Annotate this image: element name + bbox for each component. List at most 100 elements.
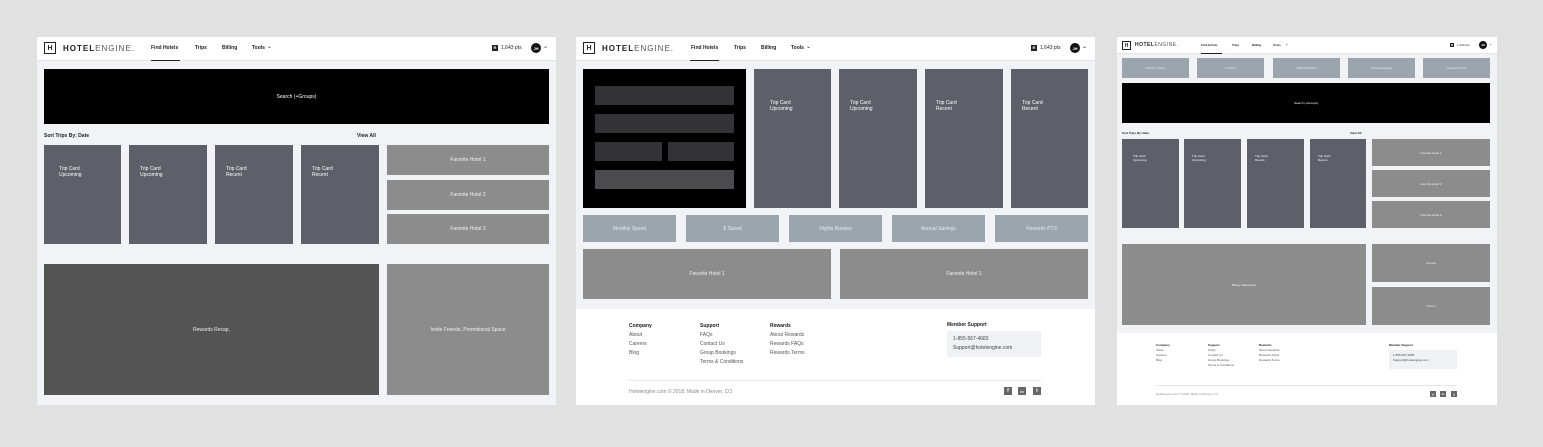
search-button[interactable] (595, 170, 734, 189)
search-field[interactable] (595, 86, 734, 105)
nav-billing[interactable]: Billing (761, 45, 776, 51)
trip-card-recent-1[interactable]: Trip Card Recent (1247, 139, 1304, 228)
footer-divider (629, 380, 1041, 381)
date-field[interactable] (668, 142, 734, 161)
sort-trips-label[interactable]: Sort Trips By: Date (1122, 131, 1149, 135)
footer-link[interactable]: Contact Us (700, 340, 743, 349)
footer-link[interactable]: About (629, 331, 652, 340)
stat-rewards-pts: Rewards PTS (995, 215, 1088, 242)
favorite-hotel-1[interactable]: Favorite Hotel 1 (1372, 139, 1490, 166)
view-all-link[interactable]: View All (1350, 131, 1361, 135)
favorite-hotel-2[interactable]: Favorite Hotel 2 (1372, 170, 1490, 197)
nav-find-hotels[interactable]: Find Hotels (1201, 43, 1217, 47)
trip-card-upcoming-1[interactable]: Trip Card Upcoming (44, 145, 121, 244)
footer-link[interactable]: Blog (629, 349, 652, 358)
stat-nights-booked: Nights Booked (1273, 58, 1340, 78)
footer-link[interactable]: Careers (629, 340, 652, 349)
chevron-down-icon[interactable]: ⌄ (267, 43, 272, 50)
trip-card-upcoming-1[interactable]: Trip Card Upcoming (754, 69, 831, 208)
trip-card-recent-2[interactable]: Trip Card Recent (301, 145, 379, 244)
nav-tools[interactable]: Tools (1273, 43, 1281, 47)
mockup-frame-2: H HOTELENGINE. Find Hotels Trips Billing… (576, 37, 1095, 405)
search-form-panel (583, 69, 746, 208)
nav-trips[interactable]: Trips (734, 45, 746, 51)
trip-card-upcoming-1[interactable]: Trip Card Upcoming (1122, 139, 1179, 228)
groups-panel[interactable]: Groups (1372, 244, 1490, 282)
footer-rewards: Rewards About Rewards Rewards FAQs Rewar… (1259, 343, 1280, 363)
favorite-hotel-1[interactable]: Favorite Hotel 1 (387, 145, 549, 175)
trip-card-upcoming-2[interactable]: Trip Card Upcoming (1184, 139, 1241, 228)
facebook-icon[interactable]: f (1004, 387, 1012, 395)
top-nav: H HOTELENGINE. Find Hotels Trips Billing… (37, 37, 556, 61)
footer-link[interactable]: Group Bookings (700, 349, 743, 358)
chevron-down-icon[interactable]: ⌄ (543, 43, 548, 50)
rewards-icon: R (1450, 43, 1454, 47)
search-groups[interactable]: Search (+Groups) (1122, 83, 1490, 123)
stat-annual-savings: Annual Savings (1348, 58, 1415, 78)
search-groups[interactable]: Search (+Groups) (44, 69, 549, 124)
chevron-down-icon[interactable]: ⌄ (1082, 43, 1087, 50)
stat-annual-savings: Annual Savings (892, 215, 985, 242)
nav-find-hotels[interactable]: Find Hotels (691, 45, 718, 51)
favorite-hotel-1b[interactable]: Favorite Hotel 1 (840, 249, 1088, 299)
support-phone[interactable]: 1-855-567-4683 (953, 335, 1041, 344)
twitter-icon[interactable]: t (1033, 387, 1041, 395)
invite-friends-promo[interactable]: Invite Friends, Promotional Space (387, 264, 549, 395)
billing-statements[interactable]: Billing Statements (1122, 244, 1366, 325)
footer-company: Company About Careers Blog (1156, 343, 1170, 363)
nav-tools[interactable]: Tools (252, 45, 265, 51)
date-field[interactable] (595, 142, 662, 161)
favorite-hotel-3[interactable]: Favorite Hotel 3 (1372, 201, 1490, 228)
sort-trips-label[interactable]: Sort Trips By: Date (44, 133, 89, 139)
points-badge[interactable]: R 1,643 pts (492, 45, 522, 51)
avatar[interactable]: JH (531, 43, 541, 53)
favorite-hotel-1[interactable]: Favorite Hotel 1 (583, 249, 831, 299)
rewards-icon: R (492, 45, 498, 51)
logo-text: HOTELENGINE. (1135, 42, 1179, 48)
footer-link[interactable]: Terms & Conditions (700, 358, 743, 367)
avatar[interactable]: JH (1070, 43, 1080, 53)
footer-link[interactable]: Rewards Terms (770, 349, 805, 358)
footer-link[interactable]: Terms & Conditions (1208, 363, 1234, 368)
footer-link[interactable]: Blog (1156, 358, 1170, 363)
trip-card-recent-1[interactable]: Trip Card Recent (215, 145, 293, 244)
search-field[interactable] (595, 114, 734, 133)
footer-link[interactable]: Rewards FAQs (770, 340, 805, 349)
nav-tools[interactable]: Tools (791, 45, 804, 51)
support-email[interactable]: Support@hotelengine.com (1393, 358, 1457, 363)
footer-link[interactable]: FAQs (700, 331, 743, 340)
stat-monthly-spend: Monthly Spend (583, 215, 676, 242)
chevron-down-icon[interactable]: ⌄ (1285, 41, 1288, 46)
points-badge[interactable]: R 1,643 pts (1031, 45, 1061, 51)
trip-card-upcoming-2[interactable]: Trip Card Upcoming (839, 69, 917, 208)
chevron-down-icon[interactable]: ⌄ (1489, 41, 1492, 46)
nav-billing[interactable]: Billing (222, 45, 237, 51)
facebook-icon[interactable]: f (1430, 391, 1436, 397)
footer: Company About Careers Blog Support FAQs … (576, 309, 1095, 405)
favorite-hotel-3[interactable]: Favorite Hotel 3 (387, 214, 549, 244)
nav-billing[interactable]: Billing (1252, 43, 1261, 47)
linkedin-icon[interactable]: in (1440, 391, 1446, 397)
twitter-icon[interactable]: t (1451, 391, 1457, 397)
chevron-down-icon[interactable]: ⌄ (806, 43, 811, 50)
nav-find-hotels[interactable]: Find Hotels (151, 45, 178, 51)
trip-card-recent-2[interactable]: Trip Card Recent (1310, 139, 1366, 228)
view-all-link[interactable]: View All (357, 133, 376, 139)
avatar[interactable]: JH (1479, 41, 1487, 49)
support-email[interactable]: Support@hotelengine.com (953, 344, 1041, 353)
promo-panel[interactable]: Promo (1372, 287, 1490, 325)
copyright: Hotelengine.com © 2018. Made in Denver, … (629, 389, 734, 395)
trip-card-recent-2[interactable]: Trip Card Recent (1011, 69, 1088, 208)
top-nav: H HOTELENGINE. Find Hotels Trips Billing… (1117, 37, 1497, 54)
trip-card-recent-1[interactable]: Trip Card Recent (925, 69, 1003, 208)
mockup-frame-3: H HOTELENGINE. Find Hotels Trips Billing… (1117, 37, 1497, 405)
nav-active-indicator (151, 60, 180, 61)
points-badge[interactable]: R 1,643 pts (1450, 43, 1469, 47)
footer-link[interactable]: Rewards Terms (1259, 358, 1280, 363)
trip-card-upcoming-2[interactable]: Trip Card Upcoming (129, 145, 207, 244)
nav-trips[interactable]: Trips (195, 45, 207, 51)
footer-link[interactable]: About Rewards (770, 331, 805, 340)
nav-trips[interactable]: Trips (1232, 43, 1239, 47)
favorite-hotel-2[interactable]: Favorite Hotel 2 (387, 180, 549, 210)
linkedin-icon[interactable]: in (1018, 387, 1026, 395)
